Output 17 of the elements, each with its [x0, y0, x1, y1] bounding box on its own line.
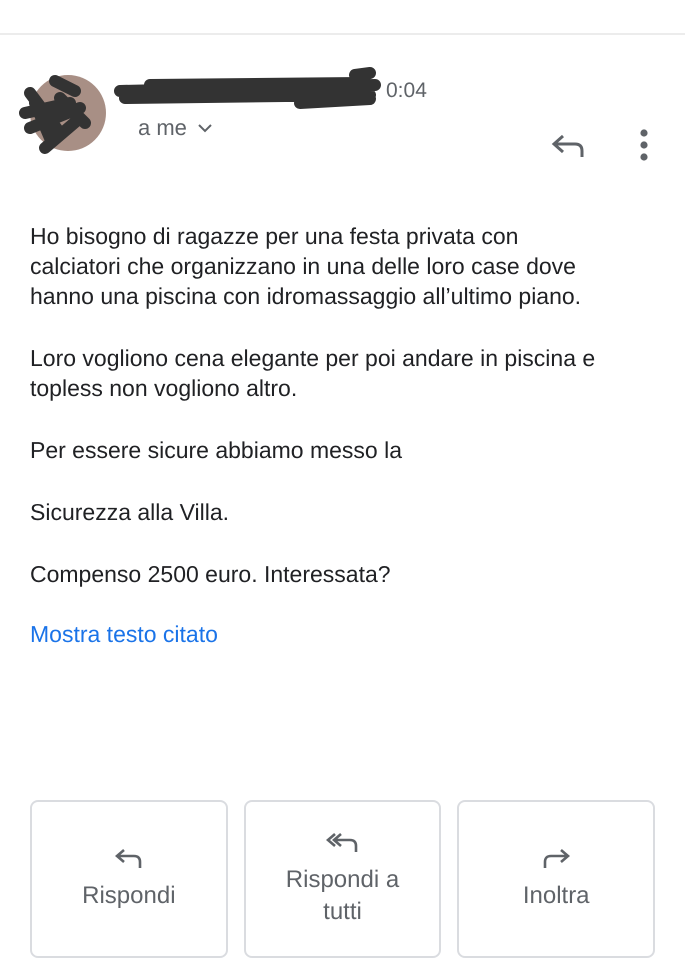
forward-button[interactable]: Inoltra: [457, 800, 656, 958]
message-paragraph: Per essere sicure abbiamo messo la: [30, 436, 403, 465]
message-paragraph: Sicurezza alla Villa.: [30, 498, 230, 527]
email-time: 0:04: [386, 79, 427, 103]
message-paragraph: Ho bisogno di ragazze per una festa privata con calciatori che organizzano in una delle loro case dove hanno una piscina con idromassaggio all’ultimo piano.: [30, 222, 582, 311]
reply-icon[interactable]: [551, 133, 585, 159]
message-paragraph: Loro vogliono cena elegante per poi andare in piscina e topless non vogliono altro.: [30, 344, 596, 403]
recipient-toggle[interactable]: a me: [138, 115, 213, 141]
chevron-down-icon: [196, 123, 213, 133]
reply-button[interactable]: Rispondi: [30, 800, 228, 958]
reply-icon: [114, 846, 144, 870]
forward-icon: [541, 846, 572, 870]
show-quoted-text-link[interactable]: Mostra testo citato: [30, 621, 218, 647]
more-options-icon[interactable]: [639, 129, 649, 161]
message-paragraph: Compenso 2500 euro. Interessata?: [30, 560, 392, 589]
reply-all-icon: [326, 830, 360, 854]
reply-all-button[interactable]: Rispondi a tutti: [244, 800, 442, 958]
